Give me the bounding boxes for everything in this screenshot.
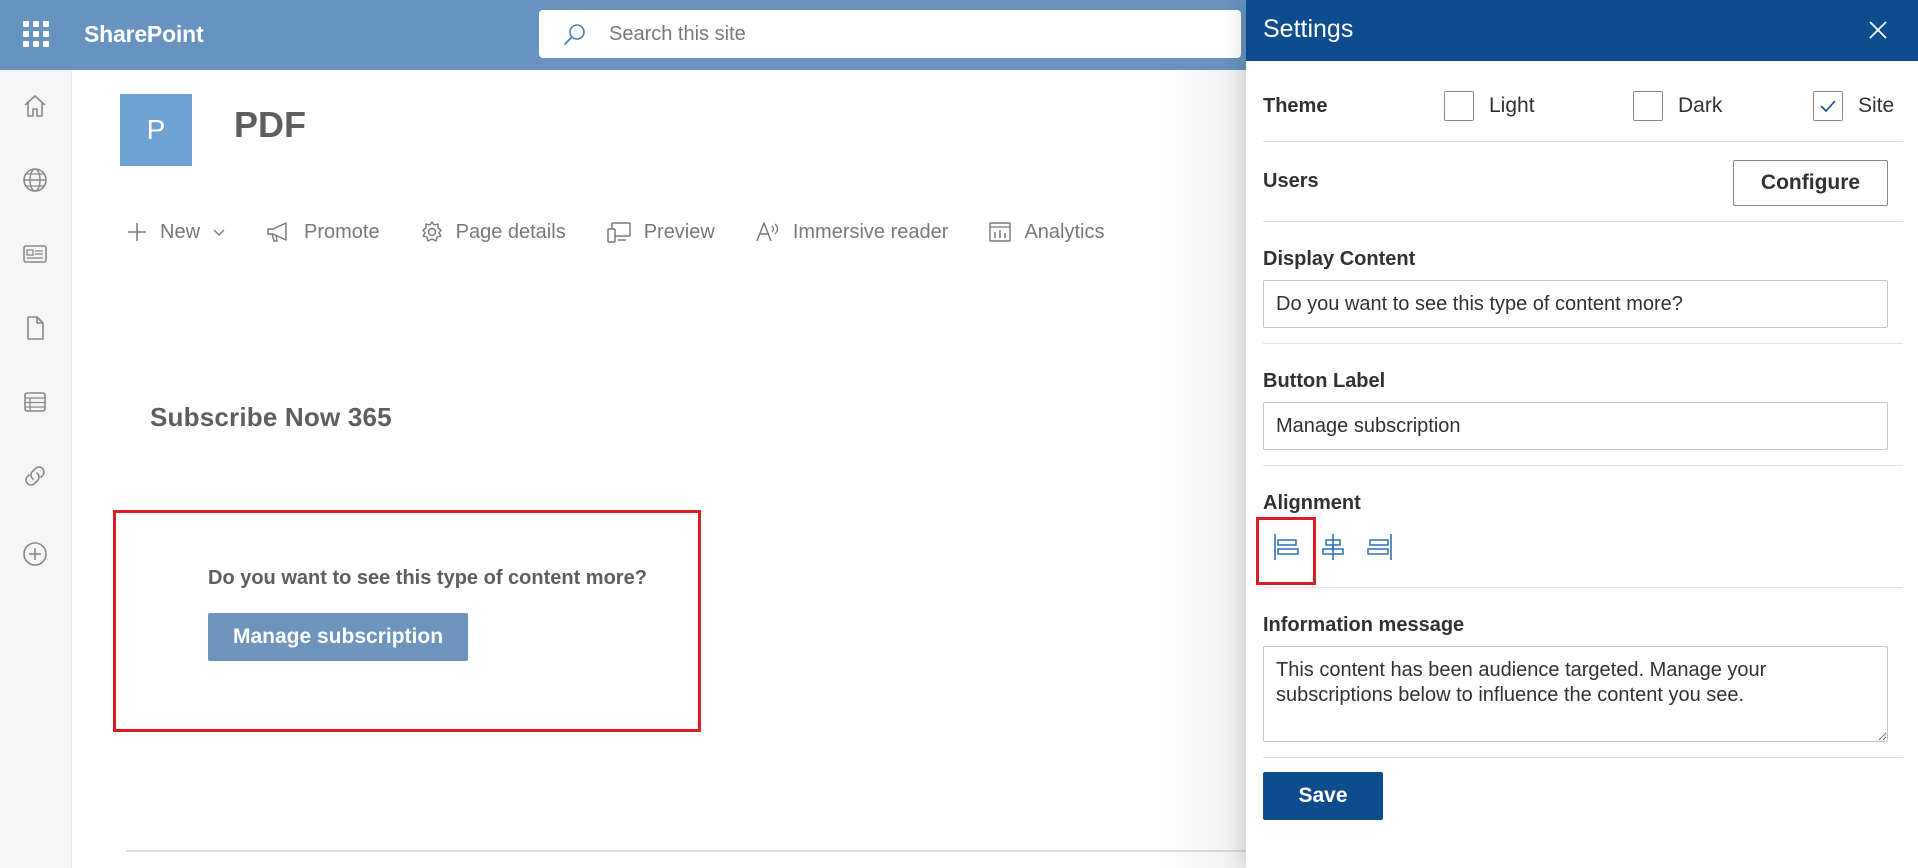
align-right-button[interactable] <box>1360 527 1400 567</box>
preview-device-icon <box>606 222 631 243</box>
new-button[interactable]: New <box>126 212 226 252</box>
command-bar: New Promote Page details Preview Immersi… <box>126 212 1144 252</box>
settings-header: Settings <box>1246 0 1918 61</box>
site-logo[interactable]: P <box>120 94 192 166</box>
align-left-button[interactable] <box>1266 527 1306 567</box>
theme-option-light[interactable]: Light <box>1444 91 1535 121</box>
theme-option-dark[interactable]: Dark <box>1633 91 1722 121</box>
settings-title: Settings <box>1263 15 1354 43</box>
page-canvas: P PDF New Promote Page details Preview I… <box>72 70 1246 868</box>
separator <box>1263 141 1903 142</box>
align-center-button[interactable] <box>1313 527 1353 567</box>
panel-overlay-shadow <box>1156 70 1246 868</box>
site-checkbox[interactable] <box>1813 91 1843 121</box>
site-title[interactable]: PDF <box>234 104 306 146</box>
save-button[interactable]: Save <box>1263 772 1383 820</box>
left-app-rail <box>0 70 72 868</box>
globe-icon[interactable] <box>21 166 49 194</box>
section-title: Subscribe Now 365 <box>150 402 392 432</box>
app-name[interactable]: SharePoint <box>84 21 204 48</box>
subscribe-webpart[interactable]: Do you want to see this type of content … <box>113 510 701 732</box>
separator <box>1263 221 1903 222</box>
page-divider <box>126 850 1246 852</box>
close-icon <box>1869 21 1887 39</box>
align-center-icon <box>1322 534 1344 560</box>
separator <box>1263 587 1903 588</box>
app-launcher-icon[interactable] <box>23 21 49 47</box>
news-icon[interactable] <box>21 240 49 268</box>
search-input[interactable] <box>609 16 1209 52</box>
webpart-question: Do you want to see this type of content … <box>208 567 647 589</box>
align-right-icon <box>1367 534 1392 560</box>
preview-label: Preview <box>643 220 715 243</box>
theme-label: Theme <box>1263 95 1328 117</box>
alignment-label: Alignment <box>1263 492 1361 514</box>
light-checkbox[interactable] <box>1444 91 1474 121</box>
align-left-icon <box>1274 534 1299 560</box>
immersive-reader-label: Immersive reader <box>792 220 949 243</box>
search-box[interactable] <box>539 10 1241 58</box>
display-content-label: Display Content <box>1263 248 1416 270</box>
display-content-input[interactable] <box>1263 280 1888 328</box>
document-icon[interactable] <box>21 314 49 342</box>
preview-button[interactable]: Preview <box>606 212 715 252</box>
manage-subscription-button[interactable]: Manage subscription <box>208 613 468 661</box>
analytics-label: Analytics <box>1024 220 1105 243</box>
list-icon[interactable] <box>21 388 49 416</box>
immersive-reader-icon <box>756 222 778 242</box>
immersive-reader-button[interactable]: Immersive reader <box>755 212 949 252</box>
button-label-label: Button Label <box>1263 370 1386 392</box>
page-details-button[interactable]: Page details <box>420 212 566 252</box>
add-circle-icon[interactable] <box>21 540 49 568</box>
separator <box>1263 343 1903 344</box>
information-message-label: Information message <box>1263 614 1465 636</box>
promote-label: Promote <box>304 220 380 243</box>
page-details-label: Page details <box>455 220 566 243</box>
settings-panel: Settings Theme Light Dark Site Users Con… <box>1246 0 1918 868</box>
new-label: New <box>160 220 201 243</box>
megaphone-icon <box>267 222 287 242</box>
checkmark-icon <box>1820 100 1836 113</box>
configure-button[interactable]: Configure <box>1733 160 1888 206</box>
separator <box>1263 757 1903 758</box>
light-option-label: Light <box>1489 94 1535 117</box>
home-icon[interactable] <box>21 92 49 120</box>
gear-icon <box>421 221 442 242</box>
button-label-input[interactable] <box>1263 402 1888 450</box>
plus-icon <box>128 223 146 241</box>
analytics-icon <box>989 222 1012 242</box>
information-message-textarea[interactable]: This content has been audience targeted.… <box>1263 646 1888 742</box>
analytics-button[interactable]: Analytics <box>988 212 1104 252</box>
dark-option-label: Dark <box>1678 94 1723 117</box>
close-button[interactable] <box>1862 14 1894 46</box>
dark-checkbox[interactable] <box>1633 91 1663 121</box>
link-icon[interactable] <box>21 462 49 490</box>
chevron-down-icon <box>213 229 225 236</box>
users-label: Users <box>1263 170 1319 192</box>
theme-option-site[interactable]: Site <box>1813 91 1894 121</box>
search-icon <box>564 24 585 45</box>
separator <box>1263 465 1903 466</box>
site-option-label: Site <box>1858 94 1895 117</box>
promote-button[interactable]: Promote <box>266 212 380 252</box>
